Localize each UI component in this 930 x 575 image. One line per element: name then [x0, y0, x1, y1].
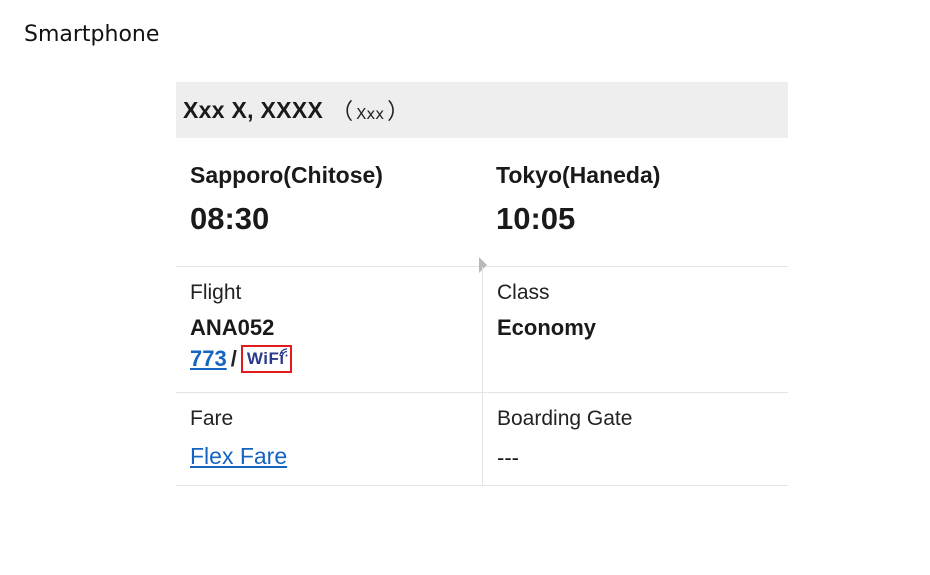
aircraft-line: 773 / WiFi	[190, 345, 482, 373]
flight-weekday-group: （Xxx）	[331, 94, 409, 126]
class-cell: Class Economy	[482, 267, 788, 392]
flight-number: ANA052	[190, 315, 275, 340]
boarding-gate-value: ---	[497, 445, 519, 470]
arrival-station: Tokyo(Haneda)	[496, 162, 661, 188]
departure-time: 08:30	[190, 201, 270, 236]
close-paren: ）	[387, 100, 410, 125]
flight-weekday: Xxx	[356, 105, 385, 123]
flight-cell: Flight ANA052 773 / WiFi	[176, 267, 482, 392]
page-heading: Smartphone	[24, 22, 160, 47]
fare-label: Fare	[190, 407, 234, 430]
class-label: Class	[497, 281, 550, 304]
class-value: Economy	[497, 315, 597, 340]
boarding-gate-cell: Boarding Gate ---	[482, 393, 788, 485]
fare-link[interactable]: Flex Fare	[190, 443, 287, 470]
flight-date: Xxx X, XXXX	[183, 96, 324, 123]
departure-station: Sapporo(Chitose)	[190, 162, 383, 188]
separator: /	[230, 346, 237, 371]
arrival-time: 10:05	[496, 201, 576, 236]
fare-cell: Fare Flex Fare	[176, 393, 482, 485]
flight-card: Xxx X, XXXX （Xxx） Sapporo(Chitose) 08:30…	[176, 82, 788, 492]
flight-class-row: Flight ANA052 773 / WiFi Class Economy	[176, 267, 788, 393]
fare-gate-row: Fare Flex Fare Boarding Gate ---	[176, 393, 788, 486]
date-bar: Xxx X, XXXX （Xxx）	[176, 82, 788, 138]
open-paren: （	[331, 100, 354, 125]
wifi-badge: WiFi	[240, 345, 292, 373]
arrival: Tokyo(Haneda) 10:05	[496, 162, 660, 237]
aircraft-link[interactable]: 773	[190, 346, 227, 372]
boarding-gate-label: Boarding Gate	[497, 407, 633, 430]
wifi-icon	[278, 348, 288, 357]
departure: Sapporo(Chitose) 08:30	[190, 162, 383, 237]
route-section: Sapporo(Chitose) 08:30 Tokyo(Haneda) 10:…	[176, 138, 788, 273]
flight-label: Flight	[190, 281, 242, 304]
